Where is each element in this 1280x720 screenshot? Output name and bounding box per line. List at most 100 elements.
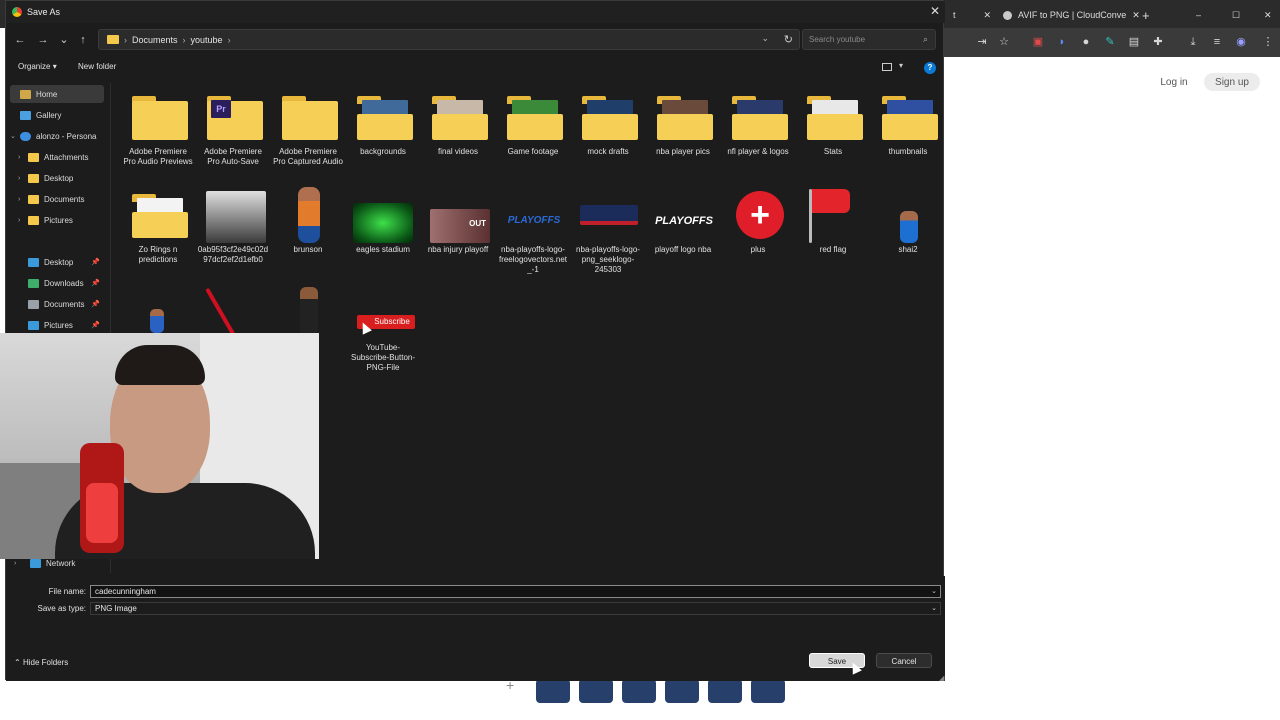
address-bar[interactable]: › Documents › youtube › ⌄ ↻ bbox=[98, 29, 800, 50]
image-item[interactable]: shai2 bbox=[872, 185, 944, 255]
back-arrow-icon[interactable]: ← bbox=[12, 32, 28, 48]
close-window-icon[interactable]: ✕ bbox=[1256, 3, 1280, 27]
maximize-icon[interactable]: ☐ bbox=[1224, 3, 1248, 27]
star-icon[interactable]: ☆ bbox=[998, 36, 1010, 48]
hide-folders-button[interactable]: ⌃ Hide Folders bbox=[14, 658, 68, 667]
extension-icon[interactable]: ▣ bbox=[1032, 36, 1044, 48]
pin-icon[interactable]: 📌 bbox=[91, 321, 100, 329]
refresh-icon[interactable]: ↻ bbox=[784, 33, 793, 46]
chevron-down-icon[interactable]: ⌄ bbox=[761, 33, 769, 44]
folder-item[interactable]: nfl player & logos bbox=[722, 87, 794, 157]
signup-button[interactable]: Sign up bbox=[1204, 73, 1260, 91]
search-input[interactable]: Search youtube ⌕ bbox=[802, 29, 936, 50]
image-item[interactable]: brunson bbox=[272, 185, 344, 255]
thumbnail[interactable] bbox=[579, 679, 613, 703]
thumbnail[interactable] bbox=[622, 679, 656, 703]
folder-item[interactable]: Adobe Premiere Pro Captured Audio bbox=[272, 87, 344, 167]
playoffs-logo-thumbnail: PLAYOFFS bbox=[507, 215, 561, 226]
image-item[interactable]: + plus bbox=[722, 185, 794, 255]
sidebar-item-gallery[interactable]: Gallery bbox=[10, 106, 104, 124]
folder-item[interactable]: Game footage bbox=[497, 87, 569, 157]
help-icon[interactable]: ? bbox=[924, 62, 936, 74]
folder-item[interactable]: final videos bbox=[422, 87, 494, 157]
cancel-button[interactable]: Cancel bbox=[876, 653, 932, 668]
thumbnail[interactable] bbox=[665, 679, 699, 703]
browser-tab[interactable]: AVIF to PNG | CloudConve ✕ bbox=[995, 3, 1148, 27]
item-label: Adobe Premiere Pro Captured Audio bbox=[273, 147, 343, 166]
resize-grip-icon[interactable]: ◢ bbox=[939, 674, 944, 682]
sidebar-item-label: Home bbox=[36, 89, 58, 99]
image-item[interactable]: Subscribe YouTube-Subscribe-Button-PNG-F… bbox=[347, 283, 419, 373]
folder-icon bbox=[132, 96, 188, 140]
sidebar-item-pictures-pinned[interactable]: Pictures 📌 bbox=[10, 316, 104, 334]
folder-item[interactable]: Adobe Premiere Pro Audio Previews bbox=[122, 87, 194, 167]
folder-item[interactable]: nba player pics bbox=[647, 87, 719, 157]
sidebar-item-downloads[interactable]: Downloads 📌 bbox=[10, 274, 104, 292]
puzzle-icon[interactable]: ✚ bbox=[1152, 36, 1164, 48]
sidebar-item-documents-pinned[interactable]: Documents 📌 bbox=[10, 295, 104, 313]
sidebar-item-home[interactable]: Home bbox=[10, 85, 104, 103]
new-folder-button[interactable]: New folder bbox=[78, 62, 116, 71]
forward-arrow-icon[interactable]: → bbox=[35, 32, 51, 48]
image-item[interactable]: 0ab95f3cf2e49c02d97dcf2ef2d1efb0 bbox=[197, 185, 269, 265]
view-icon[interactable] bbox=[882, 63, 892, 71]
close-icon[interactable]: ✕ bbox=[930, 4, 940, 18]
chevron-down-icon[interactable]: ⌄ bbox=[931, 603, 937, 614]
sidebar-item-desktop-pinned[interactable]: Desktop 📌 bbox=[10, 253, 104, 271]
image-item[interactable]: OUT nba injury playoff bbox=[422, 185, 494, 255]
folder-item[interactable]: backgrounds bbox=[347, 87, 419, 157]
profile-icon[interactable]: ◉ bbox=[1235, 36, 1247, 48]
breadcrumb-youtube[interactable]: youtube bbox=[191, 35, 223, 45]
image-item[interactable]: eagles stadium bbox=[347, 185, 419, 255]
sidebar-item-label: Desktop bbox=[44, 257, 74, 267]
download-icon[interactable]: ⤓ bbox=[1187, 36, 1199, 48]
sidebar-item-documents[interactable]: › Documents bbox=[10, 190, 104, 208]
chevron-right-icon[interactable]: › bbox=[183, 35, 186, 45]
login-button[interactable]: Log in bbox=[1152, 73, 1196, 91]
extension-icon[interactable]: ● bbox=[1080, 36, 1092, 48]
up-arrow-icon[interactable]: ↑ bbox=[75, 32, 91, 48]
image-item[interactable]: PLAYOFFS playoff logo nba bbox=[647, 185, 719, 255]
organize-button[interactable]: Organize ▾ bbox=[18, 62, 57, 71]
extension-icon[interactable]: ✎ bbox=[1104, 36, 1116, 48]
chevron-down-icon[interactable]: ⌄ bbox=[931, 586, 937, 597]
minimize-icon[interactable]: – bbox=[1188, 3, 1209, 27]
sidebar-item-attachments[interactable]: › Attachments bbox=[10, 148, 104, 166]
chevron-right-icon[interactable]: › bbox=[228, 35, 231, 45]
file-name-field[interactable]: cadecunningham ⌄ bbox=[90, 585, 941, 598]
folder-item[interactable]: thumbnails bbox=[872, 87, 944, 157]
folder-item[interactable]: Pr Adobe Premiere Pro Auto-Save bbox=[197, 87, 269, 167]
pin-icon[interactable]: 📌 bbox=[91, 279, 100, 287]
folder-item[interactable]: Zo Rings n predictions bbox=[122, 185, 194, 265]
image-item[interactable]: PLAYOFFS nba-playoffs-logo-freelogovecto… bbox=[497, 185, 569, 275]
item-label: backgrounds bbox=[360, 147, 406, 156]
thumbnail[interactable] bbox=[708, 679, 742, 703]
save-type-select[interactable]: PNG Image ⌄ bbox=[90, 602, 941, 615]
extension-icon[interactable]: ▤ bbox=[1128, 36, 1140, 48]
folder-item[interactable]: mock drafts bbox=[572, 87, 644, 157]
player-thumbnail bbox=[150, 309, 164, 333]
sidebar-item-desktop[interactable]: › Desktop bbox=[10, 169, 104, 187]
browser-tab[interactable]: t ✕ bbox=[945, 3, 999, 27]
webcam-person-hair bbox=[115, 345, 205, 385]
recent-chevron-icon[interactable]: ⌄ bbox=[56, 32, 72, 48]
sidebar-item-pictures[interactable]: › Pictures bbox=[10, 211, 104, 229]
new-tab-icon[interactable]: + bbox=[1134, 3, 1158, 27]
extension-icon[interactable]: ◗ bbox=[1056, 36, 1068, 48]
breadcrumb-documents[interactable]: Documents bbox=[132, 35, 178, 45]
thumbnail[interactable] bbox=[751, 679, 785, 703]
folder-item[interactable]: Stats bbox=[797, 87, 869, 157]
install-icon[interactable]: ⇥ bbox=[976, 36, 988, 48]
tab-close-icon[interactable]: ✕ bbox=[984, 10, 992, 21]
chevron-right-icon[interactable]: › bbox=[124, 35, 127, 45]
menu-icon[interactable]: ⋮ bbox=[1262, 36, 1274, 48]
image-item[interactable]: nba-playoffs-logo-png_seeklogo-245303 bbox=[572, 185, 644, 275]
pin-icon[interactable]: 📌 bbox=[91, 300, 100, 308]
thumbnail[interactable] bbox=[536, 679, 570, 703]
sidebar-item-onedrive[interactable]: ⌄ alonzo - Persona bbox=[10, 127, 104, 145]
save-type-value: PNG Image bbox=[95, 604, 137, 613]
chevron-down-icon[interactable]: ▾ bbox=[899, 61, 903, 70]
pin-icon[interactable]: 📌 bbox=[91, 258, 100, 266]
media-icon[interactable]: ≡ bbox=[1211, 36, 1223, 48]
image-item[interactable]: red flag bbox=[797, 185, 869, 255]
